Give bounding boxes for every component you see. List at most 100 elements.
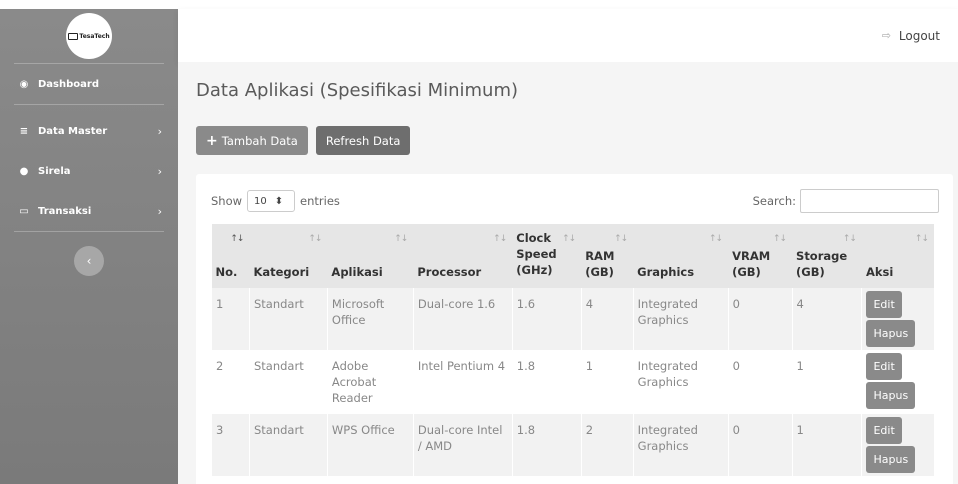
- edit-button[interactable]: Edit: [866, 417, 902, 444]
- edit-button[interactable]: Edit: [866, 353, 902, 380]
- topbar: ⇨ Logout: [178, 9, 958, 62]
- table-row: 1 Standart Microsoft Office Dual-core 1.…: [211, 288, 934, 350]
- sidebar-item-label: Dashboard: [38, 78, 99, 90]
- header-label: RAM (GB): [585, 249, 615, 279]
- chevron-right-icon: ›: [157, 164, 162, 178]
- row-actions: Edit Hapus: [866, 291, 930, 347]
- lightbulb-icon: ●: [19, 165, 29, 177]
- table-header-row: ↑↓ No. ↑↓ Kategori ↑↓ Aplikasi ↑↓ Processor …: [211, 224, 934, 288]
- column-header-kategori[interactable]: ↑↓ Kategori: [249, 224, 328, 288]
- cell-aksi: Edit Hapus: [861, 414, 934, 476]
- delete-button[interactable]: Hapus: [866, 320, 916, 347]
- cell-processor: Intel Pentium 4: [412, 350, 513, 414]
- sidebar-divider: [14, 104, 164, 105]
- cell-kategori: Standart: [248, 350, 328, 414]
- column-header-vram[interactable]: ↑↓ VRAM (GB): [728, 224, 793, 288]
- data-table: ↑↓ No. ↑↓ Kategori ↑↓ Aplikasi ↑↓ Processor …: [211, 224, 934, 476]
- cell-no: 1: [211, 288, 250, 350]
- entries-label: entries: [300, 194, 340, 208]
- chevron-right-icon: ›: [157, 124, 162, 138]
- cell-vram: 0: [727, 414, 793, 476]
- laptop-icon: [68, 32, 79, 40]
- sidebar-item-sirela[interactable]: ● Sirela ›: [0, 151, 178, 191]
- table-row: 3 Standart WPS Office Dual-core Intel / …: [211, 414, 934, 476]
- action-buttons: + Tambah Data Refresh Data: [196, 126, 940, 155]
- sidebar-item-transaksi[interactable]: ▭ Transaksi ›: [0, 191, 178, 231]
- row-actions: Edit Hapus: [866, 353, 930, 409]
- table-card: Show 10 ⬍ entries Search: ↑↓ No. ↑↓ Kate…: [196, 174, 953, 484]
- column-header-aksi[interactable]: ↑↓ Aksi: [861, 224, 934, 288]
- logout-link[interactable]: ⇨ Logout: [882, 29, 940, 43]
- sidebar-item-label: Data Master: [38, 125, 108, 137]
- logo[interactable]: TesaTech: [66, 13, 112, 59]
- table-row: 2 Standart Adobe Acrobat Reader Intel Pe…: [211, 350, 934, 414]
- entries-select[interactable]: 10 ⬍: [247, 190, 296, 212]
- cell-processor: Dual-core Intel / AMD: [412, 414, 513, 476]
- logo-label: TesaTech: [79, 32, 110, 40]
- sidebar-item-label: Sirela: [38, 165, 71, 177]
- table-controls: Show 10 ⬍ entries Search:: [211, 188, 939, 214]
- select-arrows-icon: ⬍: [274, 195, 284, 207]
- cell-ram: 4: [580, 288, 634, 350]
- sidebar-item-label: Transaksi: [38, 205, 92, 217]
- sort-icon: ↑↓: [230, 234, 244, 244]
- cell-clock: 1.6: [511, 288, 582, 350]
- cell-storage: 1: [791, 414, 862, 476]
- main-content: Data Aplikasi (Spesifikasi Minimum) + Ta…: [178, 62, 958, 484]
- column-header-ram[interactable]: ↑↓ RAM (GB): [581, 224, 634, 288]
- dashboard-icon: ◉: [19, 78, 29, 90]
- add-data-button[interactable]: + Tambah Data: [196, 126, 308, 155]
- search-label: Search:: [752, 194, 796, 208]
- sort-icon: ↑↓: [614, 234, 628, 244]
- cell-aplikasi: Microsoft Office: [326, 288, 414, 350]
- header-label: Graphics: [637, 265, 695, 279]
- column-header-clock-speed[interactable]: ↑↓ Clock Speed (GHz): [512, 224, 582, 288]
- column-header-aplikasi[interactable]: ↑↓ Aplikasi: [327, 224, 414, 288]
- entries-value: 10: [254, 195, 267, 207]
- cell-storage: 1: [791, 350, 862, 414]
- cell-aksi: Edit Hapus: [861, 288, 934, 350]
- cell-clock: 1.8: [511, 414, 582, 476]
- sidebar-item-dashboard[interactable]: ◉ Dashboard: [0, 64, 178, 104]
- sort-icon: ↑↓: [772, 234, 787, 244]
- cell-graphics: Integrated Graphics: [632, 288, 729, 350]
- header-label: Processor: [417, 265, 482, 279]
- show-label: Show: [211, 194, 243, 208]
- delete-button[interactable]: Hapus: [866, 382, 916, 409]
- delete-button[interactable]: Hapus: [866, 446, 916, 473]
- cell-graphics: Integrated Graphics: [632, 350, 729, 414]
- sidebar-toggle-button[interactable]: ‹: [74, 246, 104, 276]
- desktop-icon: ▭: [19, 205, 29, 217]
- cell-kategori: Standart: [248, 414, 328, 476]
- header-label: Clock Speed (GHz): [516, 231, 557, 277]
- sidebar: TesaTech ◉ Dashboard ≡ Data Master › ● S…: [0, 9, 178, 484]
- sort-icon: ↑↓: [914, 234, 929, 244]
- sidebar-item-data-master[interactable]: ≡ Data Master ›: [0, 111, 178, 151]
- column-header-no[interactable]: ↑↓ No.: [211, 224, 250, 288]
- logo-text: TesaTech: [68, 32, 110, 40]
- sort-icon: ↑↓: [562, 234, 576, 244]
- column-header-graphics[interactable]: ↑↓ Graphics: [633, 224, 729, 288]
- cell-processor: Dual-core 1.6: [412, 288, 513, 350]
- add-data-label: Tambah Data: [221, 133, 298, 148]
- logout-label: Logout: [898, 28, 940, 43]
- plus-icon: +: [206, 132, 218, 149]
- search-input[interactable]: [800, 189, 939, 213]
- cell-no: 3: [211, 414, 250, 476]
- cell-ram: 1: [580, 350, 634, 414]
- column-header-processor[interactable]: ↑↓ Processor: [413, 224, 513, 288]
- cell-kategori: Standart: [248, 288, 328, 350]
- column-header-storage[interactable]: ↑↓ Storage (GB): [792, 224, 862, 288]
- brand: TesaTech: [14, 9, 164, 64]
- sort-icon: ↑↓: [394, 234, 408, 244]
- cell-graphics: Integrated Graphics: [632, 414, 729, 476]
- sort-icon: ↑↓: [708, 234, 723, 244]
- cell-clock: 1.8: [511, 350, 582, 414]
- sign-out-icon: ⇨: [881, 29, 891, 42]
- cell-vram: 0: [727, 350, 793, 414]
- cell-storage: 4: [791, 288, 862, 350]
- header-label: No.: [215, 265, 238, 279]
- entries-control: Show 10 ⬍ entries: [211, 190, 340, 212]
- edit-button[interactable]: Edit: [866, 291, 902, 318]
- refresh-data-button[interactable]: Refresh Data: [315, 126, 411, 155]
